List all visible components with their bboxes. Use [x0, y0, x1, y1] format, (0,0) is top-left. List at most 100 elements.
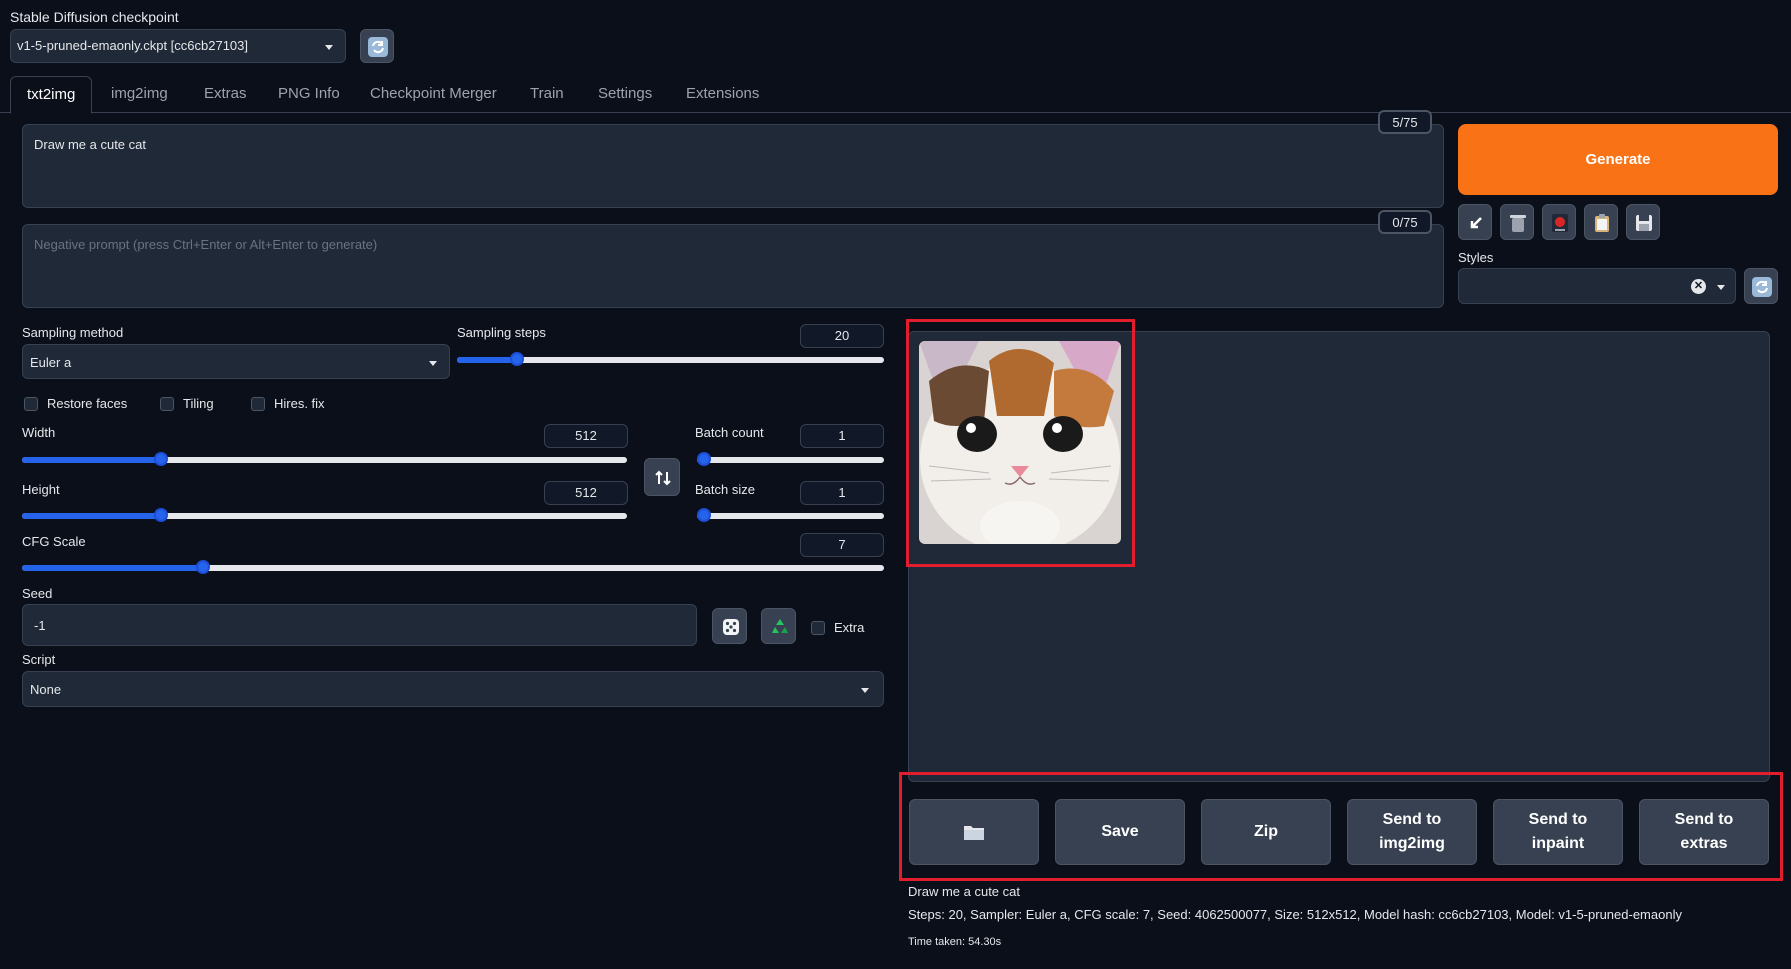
trash-icon — [1510, 215, 1526, 232]
save-style-button[interactable] — [1626, 204, 1660, 240]
prompt-token-counter: 5/75 — [1378, 110, 1432, 134]
script-value: None — [30, 682, 62, 697]
chevron-down-icon — [325, 45, 333, 50]
batch-size-input[interactable]: 1 — [800, 481, 884, 505]
styles-refresh-button[interactable] — [1744, 268, 1778, 304]
batch-count-label: Batch count — [695, 425, 764, 440]
tab-settings[interactable]: Settings — [582, 76, 668, 112]
send-to-inpaint-button[interactable]: Send to inpaint — [1493, 799, 1623, 865]
refresh-icon — [368, 37, 388, 57]
open-folder-button[interactable] — [909, 799, 1039, 865]
sampling-steps-label: Sampling steps — [457, 325, 546, 340]
height-label: Height — [22, 482, 60, 497]
height-slider[interactable] — [22, 508, 627, 522]
batch-count-slider[interactable] — [697, 452, 884, 466]
seed-value: -1 — [34, 618, 46, 633]
slider-fill — [457, 357, 517, 363]
tab-txt2img[interactable]: txt2img — [10, 76, 93, 114]
slider-thumb[interactable] — [697, 452, 711, 466]
tab-img2img[interactable]: img2img — [95, 76, 184, 112]
sampling-method-value: Euler a — [30, 355, 72, 370]
seed-label: Seed — [22, 586, 53, 601]
slider-thumb[interactable] — [196, 560, 211, 574]
tab-checkpoint-merger[interactable]: Checkpoint Merger — [354, 76, 513, 112]
swap-dimensions-button[interactable] — [644, 458, 680, 496]
chevron-down-icon — [1717, 285, 1725, 290]
tiling-label: Tiling — [183, 396, 214, 411]
swap-icon — [655, 470, 671, 486]
tab-extensions[interactable]: Extensions — [670, 76, 775, 112]
cfg-scale-label: CFG Scale — [22, 534, 86, 549]
output-prompt-text: Draw me a cute cat — [908, 884, 1020, 899]
generated-image[interactable] — [919, 341, 1121, 544]
recycle-icon — [772, 619, 788, 633]
sampling-steps-input[interactable]: 20 — [800, 324, 884, 348]
hires-fix-label: Hires. fix — [274, 396, 325, 411]
checkpoint-refresh-button[interactable] — [360, 29, 394, 63]
prompt-textarea[interactable]: Draw me a cute cat — [22, 124, 1444, 208]
clear-prompt-button[interactable] — [1500, 204, 1534, 240]
batch-size-slider[interactable] — [697, 508, 884, 522]
styles-select[interactable]: ✕ — [1458, 268, 1736, 304]
hires-fix-checkbox[interactable] — [251, 397, 265, 411]
batch-size-label: Batch size — [695, 482, 755, 497]
save-button[interactable]: Save — [1055, 799, 1185, 865]
slider-fill — [22, 457, 162, 463]
tab-train[interactable]: Train — [514, 76, 580, 112]
slider-thumb[interactable] — [154, 452, 169, 466]
sampling-method-select[interactable]: Euler a — [22, 344, 450, 379]
extra-seed-checkbox[interactable] — [811, 621, 825, 635]
chevron-down-icon — [861, 688, 869, 693]
slider-thumb[interactable] — [154, 508, 169, 522]
extra-seed-label: Extra — [834, 620, 865, 635]
extra-networks-button[interactable] — [1542, 204, 1576, 240]
time-taken-text: Time taken: 54.30s — [908, 936, 1002, 948]
tab-png-info[interactable]: PNG Info — [262, 76, 356, 112]
negative-prompt-token-counter: 0/75 — [1378, 210, 1432, 234]
negative-prompt-textarea[interactable]: Negative prompt (press Ctrl+Enter or Alt… — [22, 224, 1444, 308]
cfg-scale-slider[interactable] — [22, 560, 884, 574]
read-params-button[interactable] — [1458, 204, 1492, 240]
save-icon — [1636, 215, 1652, 231]
slider-fill — [22, 565, 204, 571]
close-icon[interactable]: ✕ — [1691, 279, 1706, 294]
random-seed-button[interactable] — [712, 608, 747, 644]
tab-extras[interactable]: Extras — [188, 76, 263, 112]
apply-styles-button[interactable] — [1584, 204, 1618, 240]
cfg-scale-input[interactable]: 7 — [800, 533, 884, 557]
width-label: Width — [22, 425, 56, 440]
tabs-divider — [0, 112, 1791, 113]
styles-label: Styles — [1458, 250, 1494, 265]
slider-thumb[interactable] — [697, 508, 711, 522]
cat-image — [919, 341, 1121, 544]
width-input[interactable]: 512 — [544, 424, 628, 448]
chevron-down-icon — [429, 361, 437, 366]
reuse-seed-button[interactable] — [761, 608, 796, 644]
zip-button[interactable]: Zip — [1201, 799, 1331, 865]
sampling-method-label: Sampling method — [22, 325, 124, 340]
output-params-text: Steps: 20, Sampler: Euler a, CFG scale: … — [908, 907, 1682, 922]
arrow-icon — [1470, 217, 1482, 229]
seed-input[interactable]: -1 — [22, 604, 697, 646]
slider-fill — [22, 513, 162, 519]
checkpoint-select[interactable]: v1-5-pruned-emaonly.ckpt [cc6cb27103] — [10, 29, 346, 63]
script-label: Script — [22, 652, 56, 667]
slider-thumb[interactable] — [509, 352, 524, 366]
refresh-icon — [1752, 277, 1772, 297]
record-icon — [1552, 214, 1568, 232]
prompt-text: Draw me a cute cat — [34, 137, 146, 152]
tiling-checkbox[interactable] — [160, 397, 174, 411]
send-to-img2img-button[interactable]: Send to img2img — [1347, 799, 1477, 865]
sampling-steps-slider[interactable] — [457, 352, 884, 366]
dice-icon — [723, 619, 739, 635]
clipboard-icon — [1595, 214, 1609, 232]
restore-faces-label: Restore faces — [47, 396, 128, 411]
script-select[interactable]: None — [22, 671, 884, 707]
width-slider[interactable] — [22, 452, 627, 466]
height-input[interactable]: 512 — [544, 481, 628, 505]
restore-faces-checkbox[interactable] — [24, 397, 38, 411]
send-to-extras-button[interactable]: Send to extras — [1639, 799, 1769, 865]
generate-button[interactable]: Generate — [1458, 124, 1778, 195]
batch-count-input[interactable]: 1 — [800, 424, 884, 448]
checkpoint-label: Stable Diffusion checkpoint — [10, 9, 179, 25]
